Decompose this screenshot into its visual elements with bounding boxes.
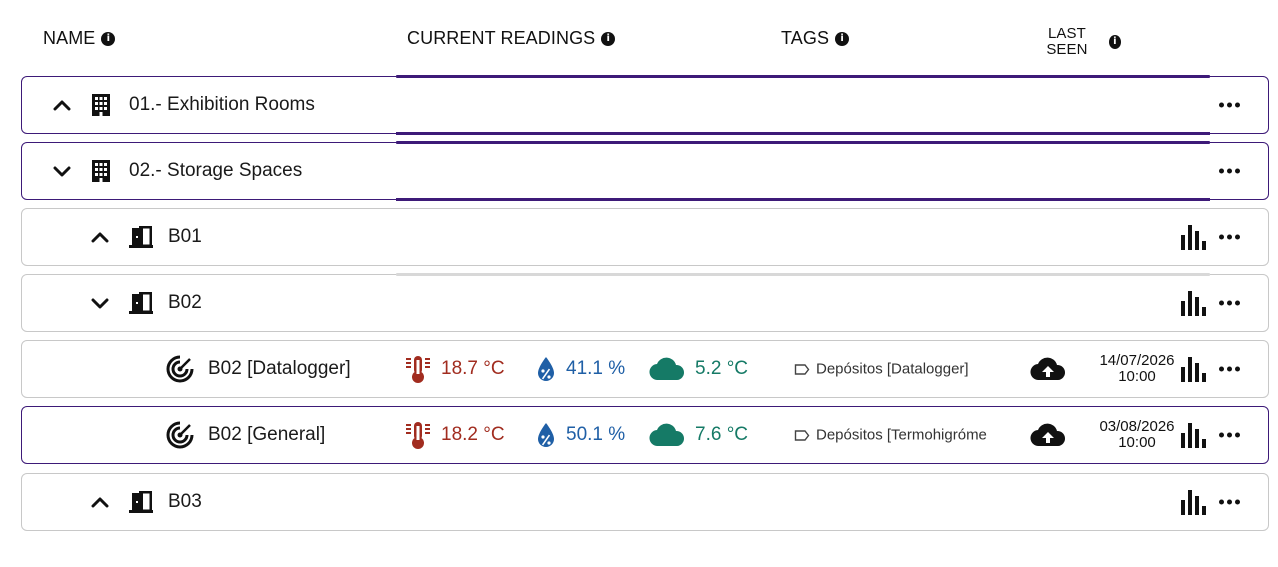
more-options-icon[interactable]	[1219, 168, 1240, 174]
column-header-tags-label: TAGS	[781, 28, 830, 48]
tree-row-b02[interactable]: B02	[21, 273, 1269, 332]
humidity-reading: 50.1 %	[536, 422, 625, 448]
more-options-icon[interactable]	[1219, 300, 1240, 306]
row-highlight-line	[396, 198, 1210, 201]
last-seen-time: 10:00	[1118, 368, 1156, 385]
dew-point-reading: 5.2 °C	[649, 357, 748, 381]
row-label: B02	[168, 292, 202, 313]
humidity-value: 50.1 %	[566, 424, 626, 445]
bar-chart-icon[interactable]	[1180, 355, 1206, 383]
tag-chip[interactable]: Depósitos [Datalogger]	[794, 361, 1014, 378]
row-label: 01.- Exhibition Rooms	[129, 94, 315, 115]
dew-point-value: 7.6 °C	[695, 424, 749, 445]
chevron-up-icon[interactable]	[89, 226, 111, 248]
door-icon	[126, 290, 156, 316]
bar-chart-icon[interactable]	[1180, 488, 1206, 516]
row-label: B03	[168, 491, 202, 512]
tree-row-b02-general[interactable]: B02 [General] 18.2 °C 50.1 % 7.6 °C Depó…	[21, 406, 1269, 464]
sensor-icon	[164, 353, 196, 385]
chevron-down-icon[interactable]	[51, 160, 73, 182]
humidity-value: 41.1 %	[566, 358, 626, 379]
temperature-reading: 18.2 °C	[405, 420, 505, 450]
column-header-current-readings[interactable]: CURRENT READINGS i	[407, 28, 616, 49]
chevron-down-icon[interactable]	[89, 292, 111, 314]
thermometer-icon	[406, 356, 430, 383]
table-header: NAME i CURRENT READINGS i TAGS i LAST SE…	[0, 26, 1278, 58]
info-icon[interactable]: i	[601, 31, 616, 46]
humidity-reading: 41.1 %	[536, 356, 625, 382]
building-icon	[90, 158, 112, 184]
sensor-icon	[164, 419, 196, 451]
more-options-icon[interactable]	[1219, 432, 1240, 438]
temperature-value: 18.7 °C	[441, 358, 505, 379]
more-options-icon[interactable]	[1219, 499, 1240, 505]
tree-row-b03[interactable]: B03	[21, 473, 1269, 531]
last-seen-timestamp: 14/07/2026 10:00	[1092, 353, 1182, 385]
temperature-reading: 18.7 °C	[405, 354, 505, 384]
row-label: 02.- Storage Spaces	[129, 160, 303, 181]
last-seen-time: 10:00	[1118, 434, 1156, 451]
last-seen-date: 14/07/2026	[1099, 352, 1175, 369]
cloud-upload-icon	[1030, 423, 1066, 447]
column-header-name[interactable]: NAME i	[43, 28, 116, 49]
building-icon	[90, 92, 112, 118]
info-icon[interactable]: i	[101, 31, 116, 46]
bar-chart-icon[interactable]	[1180, 289, 1206, 317]
door-icon	[126, 224, 156, 250]
water-drop-percent-icon	[538, 357, 554, 381]
cloud-icon	[649, 357, 685, 381]
last-seen-date: 03/08/2026	[1099, 418, 1175, 435]
info-icon[interactable]: i	[1108, 35, 1121, 49]
door-icon	[126, 489, 156, 515]
thermometer-icon	[406, 422, 430, 449]
bar-chart-icon[interactable]	[1180, 421, 1206, 449]
more-options-icon[interactable]	[1219, 366, 1240, 372]
more-options-icon[interactable]	[1219, 234, 1240, 240]
tree-row-storage-spaces[interactable]: 02.- Storage Spaces	[21, 141, 1269, 201]
chevron-up-icon[interactable]	[51, 94, 73, 116]
tag-label: Depósitos [Datalogger]	[816, 360, 969, 378]
row-label: B02 [General]	[208, 424, 326, 445]
column-header-last-seen-label: LAST SEEN	[1046, 25, 1088, 58]
more-options-icon[interactable]	[1219, 102, 1240, 108]
tag-icon	[794, 429, 810, 441]
dew-point-value: 5.2 °C	[695, 358, 749, 379]
dew-point-reading: 7.6 °C	[649, 423, 748, 447]
row-highlight-line	[396, 141, 1210, 144]
row-label: B02 [Datalogger]	[208, 358, 351, 379]
row-divider-line	[396, 273, 1210, 276]
row-highlight-line	[396, 75, 1210, 78]
cloud-icon	[649, 423, 685, 447]
chevron-up-icon[interactable]	[89, 491, 111, 513]
water-drop-percent-icon	[538, 423, 554, 447]
bar-chart-icon[interactable]	[1180, 223, 1206, 251]
tree-row-b02-datalogger[interactable]: B02 [Datalogger] 18.7 °C 41.1 % 5.2 °C D…	[21, 340, 1269, 398]
column-header-name-label: NAME	[43, 28, 96, 48]
column-header-last-seen[interactable]: LAST SEEN i	[1031, 26, 1121, 58]
tag-chip[interactable]: Depósitos [Termohigróme	[794, 427, 1014, 444]
info-icon[interactable]: i	[835, 31, 850, 46]
tag-label: Depósitos [Termohigróme	[816, 426, 987, 444]
temperature-value: 18.2 °C	[441, 424, 505, 445]
column-header-readings-label: CURRENT READINGS	[407, 28, 596, 48]
tree-row-exhibition-rooms[interactable]: 01.- Exhibition Rooms	[21, 75, 1269, 135]
tag-icon	[794, 363, 810, 375]
last-seen-timestamp: 03/08/2026 10:00	[1092, 419, 1182, 451]
column-header-tags[interactable]: TAGS i	[781, 28, 850, 49]
tree-row-b01[interactable]: B01	[21, 208, 1269, 266]
row-highlight-line	[396, 132, 1210, 135]
cloud-upload-icon	[1030, 357, 1066, 381]
row-label: B01	[168, 226, 202, 247]
